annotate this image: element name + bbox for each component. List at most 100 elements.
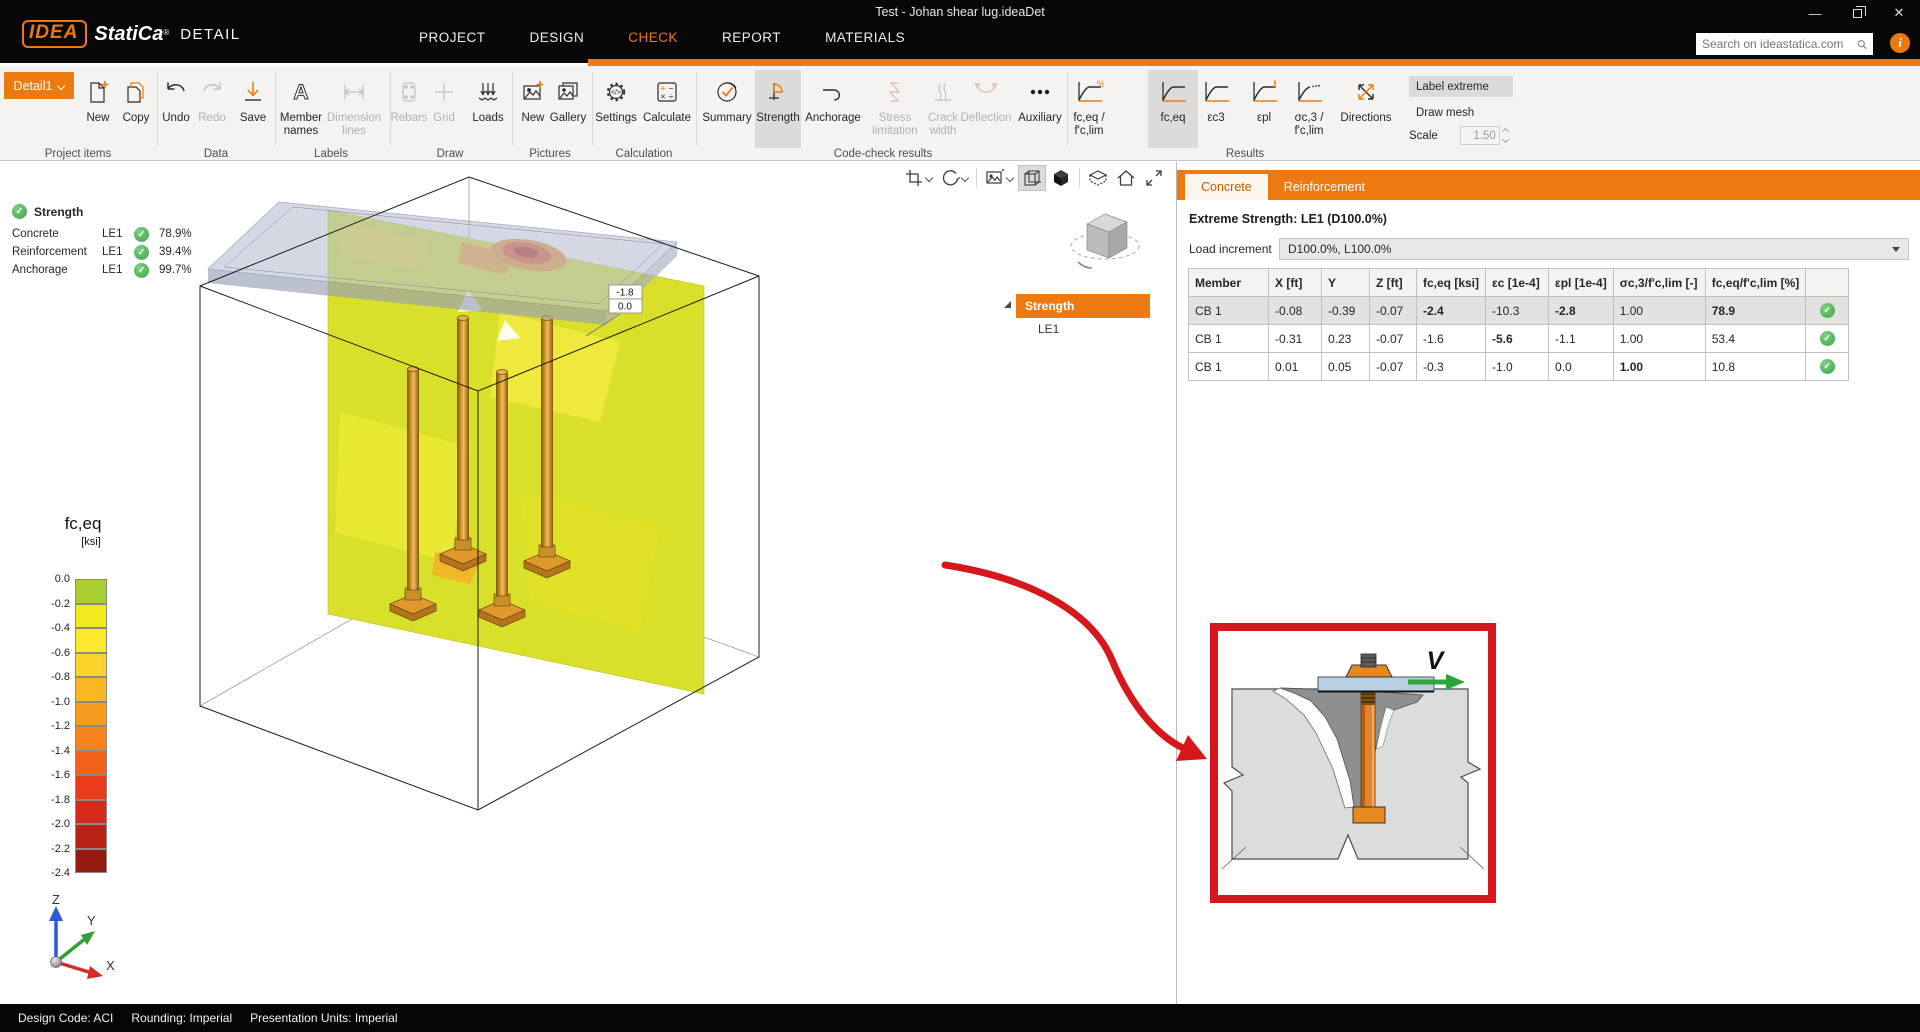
menu-materials[interactable]: MATERIALS (825, 30, 905, 45)
group-label-project-items: Project items (45, 148, 111, 160)
summary-row-concrete: ConcreteLE1✓78.9% (12, 225, 192, 243)
menu-project[interactable]: PROJECT (419, 30, 486, 45)
legend-color (75, 800, 107, 825)
gallery-button[interactable]: Gallery (546, 70, 590, 148)
sigma-c3-plot-button[interactable]: σc,3 / f'c,lim (1285, 70, 1333, 148)
scene-3d[interactable]: -1.8 0.0 (0, 162, 1176, 1004)
detail-selector[interactable]: Detail1 (4, 72, 74, 99)
close-button[interactable]: ✕ (1878, 0, 1920, 26)
extreme-title: Extreme Strength: LE1 (D100.0%) (1189, 212, 1387, 226)
home-view-button[interactable] (1113, 165, 1139, 191)
search-box (1696, 33, 1873, 55)
dimension-lines-button: Dimension lines (327, 70, 381, 148)
label-extreme-toggle[interactable]: Label extreme (1409, 76, 1513, 97)
menu-design[interactable]: DESIGN (530, 30, 585, 45)
check-ok-icon: ✓ (1820, 359, 1835, 374)
legend-color (75, 579, 107, 604)
auxiliary-results-button[interactable]: Auxiliary (1014, 70, 1066, 148)
svg-text:0.0: 0.0 (618, 302, 632, 313)
chevron-down-icon (925, 174, 933, 182)
stress-curve-percent-icon: % (1074, 72, 1104, 112)
tab-concrete[interactable]: Concrete (1185, 174, 1268, 200)
summary-results-button[interactable]: Summary (700, 70, 754, 148)
crop-tool-button[interactable] (901, 165, 935, 191)
check-circle-icon (714, 72, 740, 112)
wireframe-view-button[interactable] (1018, 165, 1046, 191)
load-increment-dropdown[interactable]: D100.0%, L100.0% (1279, 238, 1909, 260)
scale-input[interactable] (1460, 126, 1500, 145)
directions-button[interactable]: Directions (1336, 70, 1396, 148)
crack-width-button: Crack width (922, 70, 964, 148)
load-increment-label: Load increment (1189, 242, 1272, 256)
fceq-ratio-plot-button[interactable]: % fc,eq / f'c,lim (1066, 70, 1112, 148)
copy-icon (123, 72, 149, 112)
strength-flag-icon (765, 72, 791, 112)
lug-plate-sketch (1318, 654, 1434, 692)
strength-results-button[interactable]: Strength (755, 70, 801, 148)
shear-lug-inset-image: V (1210, 623, 1496, 903)
solid-view-button[interactable] (1048, 165, 1074, 191)
restore-button[interactable] (1836, 0, 1878, 26)
ec3-plot-button[interactable]: εc3 (1198, 70, 1234, 148)
settings-button[interactable]: </> Settings (594, 70, 638, 148)
deflection-curve-icon (973, 72, 999, 112)
idea-logo: IDEA (22, 20, 87, 48)
viewport-toolbar (901, 165, 1167, 191)
redo-button: Redo (194, 70, 230, 148)
viewport-3d[interactable]: -1.8 0.0 ✓Strength ConcreteLE1✓78.9% Rei… (0, 162, 1176, 1004)
calculate-button[interactable]: +−×÷ Calculate (642, 70, 692, 148)
table-row[interactable]: CB 10.010.05-0.07-0.3-1.00.01.0010.8✓ (1189, 353, 1849, 381)
scale-spinner[interactable] (1503, 129, 1508, 142)
save-button[interactable]: Save (234, 70, 272, 148)
base-plate (208, 202, 677, 325)
section-view-button[interactable] (1085, 165, 1111, 191)
stress-curve-icon (1158, 72, 1188, 112)
window-title: Test - Johan shear lug.ideaDet (0, 5, 1920, 19)
tree-item-le1[interactable]: LE1 (1038, 322, 1059, 336)
epl-plot-button[interactable]: ! εpl (1246, 70, 1282, 148)
loads-button[interactable]: Loads (468, 70, 508, 148)
view-cube-widget[interactable] (1068, 202, 1144, 276)
axis-z-label: Z (52, 892, 60, 907)
member-names-button[interactable]: A Member names (277, 70, 325, 148)
tree-expander-icon[interactable] (1004, 301, 1011, 308)
axis-y-label: Y (87, 913, 96, 928)
stress-diagram-icon (882, 72, 908, 112)
anchorage-results-button[interactable]: Anchorage (802, 70, 864, 148)
tab-reinforcement[interactable]: Reinforcement (1268, 174, 1381, 200)
screenshot-tool-button[interactable] (982, 165, 1016, 191)
group-divider (275, 72, 276, 146)
axis-triad: Z Y X (24, 892, 124, 992)
legend-color (75, 604, 107, 629)
info-icon[interactable]: i (1890, 33, 1910, 53)
legend-tick: -1.4 (24, 745, 70, 757)
copy-project-item-button[interactable]: Copy (116, 70, 156, 148)
group-label-pictures: Pictures (529, 148, 571, 160)
status-design-code: Design Code: ACI (18, 1011, 113, 1025)
legend-tick: -1.2 (24, 720, 70, 732)
menu-check[interactable]: CHECK (628, 30, 678, 45)
redo-icon (199, 72, 225, 112)
legend-tick: -1.0 (24, 696, 70, 708)
search-icon (1857, 38, 1867, 51)
new-project-item-button[interactable]: New (78, 70, 118, 148)
table-row[interactable]: CB 1-0.08-0.39-0.07-2.4-10.3-2.81.0078.9… (1189, 297, 1849, 325)
draw-mesh-toggle[interactable]: Draw mesh (1409, 103, 1474, 123)
svg-text:%: % (1097, 79, 1104, 89)
search-input[interactable] (1702, 37, 1857, 51)
undo-button[interactable]: Undo (158, 70, 194, 148)
tree-item-strength[interactable]: Strength (1016, 294, 1150, 318)
check-ok-icon: ✓ (1820, 331, 1835, 346)
table-row[interactable]: CB 1-0.310.23-0.07-1.6-5.6-1.11.0053.4✓ (1189, 325, 1849, 353)
orbit-tool-button[interactable] (937, 165, 971, 191)
minimize-button[interactable]: — (1794, 0, 1836, 26)
crossed-arrows-icon (1353, 72, 1379, 112)
fceq-plot-button[interactable]: fc,eq (1148, 70, 1198, 148)
check-ok-icon: ✓ (134, 245, 149, 260)
menu-report[interactable]: REPORT (722, 30, 781, 45)
status-units: Presentation Units: Imperial (250, 1011, 397, 1025)
fullscreen-view-button[interactable] (1141, 165, 1167, 191)
legend-color (75, 653, 107, 678)
legend-title: fc,eq (48, 514, 118, 534)
legend-color (75, 824, 107, 849)
